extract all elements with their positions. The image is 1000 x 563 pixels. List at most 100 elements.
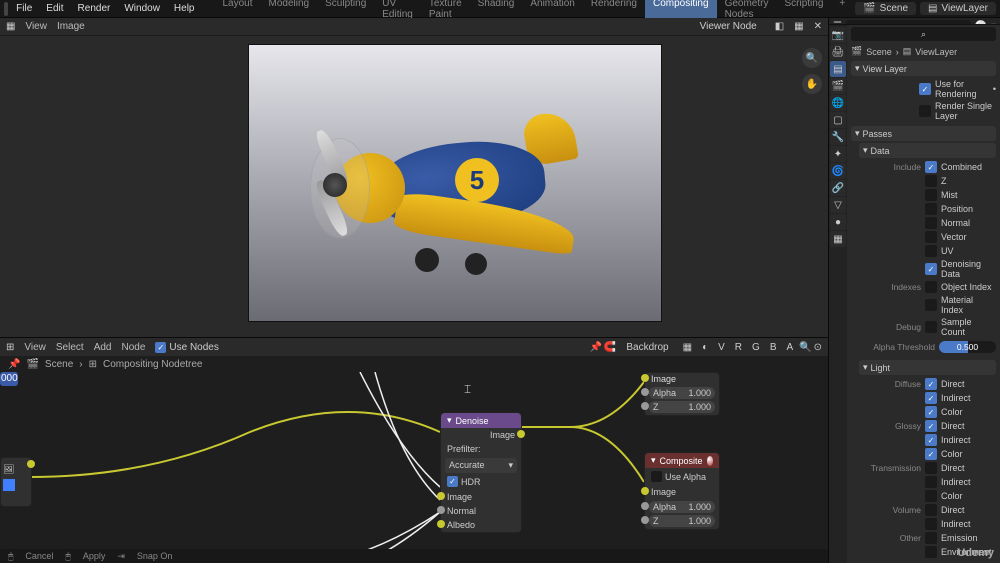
ch-img-icon[interactable]: ▦ bbox=[679, 341, 696, 354]
tab-scene[interactable]: 🎬 bbox=[830, 78, 846, 94]
chk-vector[interactable] bbox=[925, 231, 937, 243]
ne-select[interactable]: Select bbox=[56, 342, 84, 353]
tab-constraint[interactable]: 🔗 bbox=[830, 180, 846, 196]
vp-btn1[interactable]: ◧ bbox=[775, 21, 784, 32]
crumb-layer[interactable]: ViewLayer bbox=[915, 47, 957, 57]
chk-vol-indirect[interactable] bbox=[925, 518, 937, 530]
chk-diff-color[interactable] bbox=[925, 406, 937, 418]
composite-z[interactable]: Z1.000 bbox=[649, 515, 715, 527]
use-nodes-checkbox[interactable]: Use Nodes bbox=[155, 342, 218, 353]
chk-vol-direct[interactable] bbox=[925, 504, 937, 516]
composite-node[interactable]: ▾Composite Use Alpha Image Alpha1.000 Z1… bbox=[644, 452, 720, 530]
crumb-tree[interactable]: Compositing Nodetree bbox=[103, 359, 203, 370]
chk-z[interactable] bbox=[925, 175, 937, 187]
slot-dropdown[interactable]: Viewer Node bbox=[692, 20, 765, 33]
chevron-down-icon[interactable]: ▾ bbox=[447, 415, 452, 426]
prefilter-dropdown[interactable]: Accurate▾ bbox=[445, 458, 517, 473]
viewer-node-inputs[interactable]: Image Alpha1.000 Z1.000 bbox=[644, 372, 720, 416]
ch-alpha-icon[interactable]: ◐ bbox=[698, 341, 712, 354]
viewlayer-selector[interactable]: ▤ViewLayer bbox=[920, 2, 996, 15]
chk-glossy-color[interactable] bbox=[925, 448, 937, 460]
tab-data[interactable]: ▽ bbox=[830, 197, 846, 213]
tab-modifier[interactable]: 🔧 bbox=[830, 129, 846, 145]
chk-diff-direct[interactable] bbox=[925, 378, 937, 390]
chevron-down-icon[interactable]: ▾ bbox=[651, 455, 656, 466]
composite-alpha[interactable]: Alpha1.000 bbox=[649, 501, 715, 513]
vp-btn2[interactable]: ▦ bbox=[794, 21, 803, 32]
animate-icon[interactable]: • bbox=[993, 84, 996, 94]
composite-in-image[interactable]: Image bbox=[645, 485, 719, 499]
viewer-alpha[interactable]: Alpha1.000 bbox=[649, 387, 715, 399]
pin-icon[interactable]: 📌 bbox=[8, 359, 20, 370]
hdr-checkbox[interactable]: HDR bbox=[445, 475, 517, 488]
denoise-in-normal[interactable]: Normal bbox=[441, 504, 521, 518]
tab-texture[interactable]: ▦ bbox=[830, 231, 846, 247]
panel-passes[interactable]: ▾Passes bbox=[851, 126, 996, 141]
ch-b[interactable]: B bbox=[766, 341, 781, 354]
backdrop-toggle[interactable]: Backdrop bbox=[618, 341, 676, 354]
ne-view[interactable]: View bbox=[24, 342, 46, 353]
pin-icon[interactable]: 📌 bbox=[589, 342, 601, 353]
chk-trans-color[interactable] bbox=[925, 490, 937, 502]
viewer-z[interactable]: Z1.000 bbox=[649, 401, 715, 413]
tab-object[interactable]: ▢ bbox=[830, 112, 846, 128]
tab-particles[interactable]: ✦ bbox=[830, 146, 846, 162]
crumb-scene[interactable]: Scene bbox=[45, 359, 73, 370]
value-node[interactable]: 000 bbox=[0, 372, 18, 386]
menu-file[interactable]: File bbox=[10, 1, 38, 16]
zoom-icon[interactable]: 🔍 bbox=[802, 48, 822, 68]
tab-output[interactable]: 🖨 bbox=[830, 44, 846, 60]
denoise-node[interactable]: ▾Denoise Image Prefilter: Accurate▾ HDR … bbox=[440, 412, 522, 533]
alpha-threshold-slider[interactable]: 0.500 bbox=[939, 341, 996, 353]
chk-obj-index[interactable] bbox=[925, 281, 937, 293]
editor-type-icon[interactable]: ⊞ bbox=[6, 342, 14, 353]
node-collapse-icon[interactable] bbox=[3, 479, 15, 491]
overlays-icon[interactable]: ⊙ bbox=[814, 342, 822, 353]
tab-material[interactable]: ● bbox=[830, 214, 846, 230]
tab-viewlayer[interactable]: ▤ bbox=[830, 61, 846, 77]
ch-v[interactable]: V bbox=[714, 341, 729, 354]
compositor-editor[interactable]: ⊞ View Select Add Node Use Nodes 📌 🧲 Bac… bbox=[0, 338, 828, 563]
panel-viewlayer[interactable]: ▾View Layer bbox=[851, 61, 996, 76]
chk-emission[interactable] bbox=[925, 532, 937, 544]
chk-diff-indirect[interactable] bbox=[925, 392, 937, 404]
chk-render-single[interactable] bbox=[919, 105, 931, 117]
menu-window[interactable]: Window bbox=[118, 1, 166, 16]
tab-render[interactable]: 📷 bbox=[830, 27, 846, 43]
node-canvas[interactable]: 🖼 000 ▾Denoise Image Prefilter: Accurate… bbox=[0, 372, 828, 563]
ch-g[interactable]: G bbox=[748, 341, 764, 354]
hand-icon[interactable]: ✋ bbox=[802, 74, 822, 94]
tab-world[interactable]: 🌐 bbox=[830, 95, 846, 111]
chk-mat-index[interactable] bbox=[925, 299, 937, 311]
vp-menu-image[interactable]: Image bbox=[57, 21, 85, 32]
menu-help[interactable]: Help bbox=[168, 1, 201, 16]
editor-type-icon[interactable]: ▦ bbox=[6, 21, 15, 32]
props-search[interactable]: ⌕ bbox=[851, 27, 996, 41]
panel-data[interactable]: ▾Data bbox=[859, 143, 996, 158]
tab-physics[interactable]: 🌀 bbox=[830, 163, 846, 179]
chk-environment[interactable] bbox=[925, 546, 937, 558]
chk-position[interactable] bbox=[925, 203, 937, 215]
ne-node[interactable]: Node bbox=[121, 342, 145, 353]
chk-uv[interactable] bbox=[925, 245, 937, 257]
chk-glossy-direct[interactable] bbox=[925, 420, 937, 432]
chk-denoising[interactable] bbox=[925, 263, 937, 275]
chk-sample-count[interactable] bbox=[925, 321, 937, 333]
denoise-in-albedo[interactable]: Albedo bbox=[441, 518, 521, 532]
scene-selector[interactable]: 🎬Scene bbox=[855, 2, 916, 15]
ne-add[interactable]: Add bbox=[94, 342, 112, 353]
denoise-out-image[interactable]: Image bbox=[441, 428, 521, 442]
ch-a[interactable]: A bbox=[782, 341, 797, 354]
vp-close-icon[interactable]: ✕ bbox=[814, 21, 822, 32]
render-layers-node[interactable]: 🖼 bbox=[0, 457, 32, 507]
chk-trans-indirect[interactable] bbox=[925, 476, 937, 488]
menu-render[interactable]: Render bbox=[72, 1, 117, 16]
snap-icon[interactable]: 🧲 bbox=[604, 342, 616, 353]
ch-r[interactable]: R bbox=[731, 341, 746, 354]
panel-light[interactable]: ▾Light bbox=[859, 360, 996, 375]
chk-trans-direct[interactable] bbox=[925, 462, 937, 474]
viewer-in-image[interactable]: Image bbox=[645, 373, 719, 385]
vp-menu-view[interactable]: View bbox=[25, 21, 47, 32]
chk-use-rendering[interactable] bbox=[919, 83, 931, 95]
chk-mist[interactable] bbox=[925, 189, 937, 201]
